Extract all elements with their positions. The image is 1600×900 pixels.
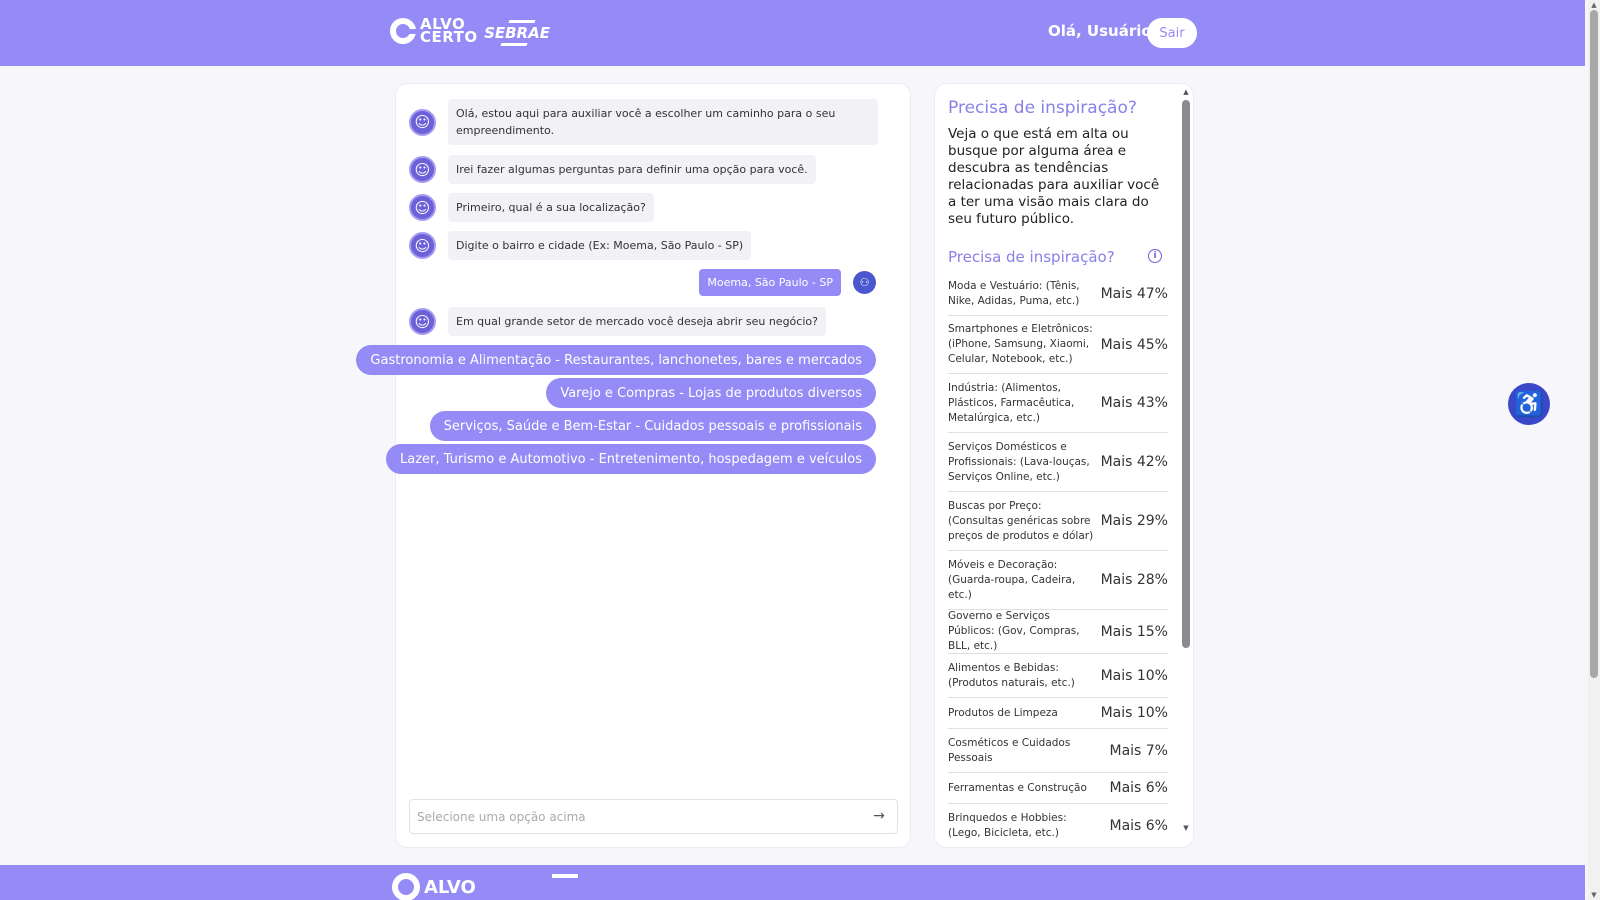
bot-message: ☺ Primeiro, qual é a sua localização? (409, 193, 654, 222)
info-icon[interactable]: i (1148, 249, 1162, 263)
bot-message-text: Irei fazer algumas perguntas para defini… (448, 155, 816, 184)
trend-label: Produtos de Limpeza (948, 706, 1058, 719)
logout-button[interactable]: Sair (1147, 18, 1197, 48)
trend-label: Moda e Vestuário: (Tênis, Nike, Adidas, … (948, 279, 1080, 307)
trend-row: Produtos de Limpeza Mais 10% (948, 698, 1168, 729)
chat-input[interactable] (417, 800, 857, 833)
scroll-down-icon[interactable]: ▼ (1182, 824, 1190, 832)
bot-avatar-smile-icon: ☺ (409, 308, 436, 335)
trend-row: Móveis e Decoração: (Guarda-roupa, Cadei… (948, 551, 1168, 610)
user-greeting: Olá, Usuário (1048, 22, 1152, 40)
bot-message-text: Digite o bairro e cidade (Ex: Moema, São… (448, 231, 752, 260)
user-message: Moema, São Paulo - SP ⚇ (699, 269, 876, 296)
inspiration-description: Veja o que está em alta ou busque por al… (948, 126, 1160, 227)
accessibility-button[interactable]: ♿ (1508, 383, 1550, 425)
bot-avatar-smile-icon: ☺ (409, 194, 436, 221)
page-scroll-up-icon[interactable]: ▲ (1590, 1, 1598, 9)
trend-row: Cosméticos e Cuidados Pessoais Mais 7% (948, 729, 1168, 773)
option-gastronomia-button[interactable]: Gastronomia e Alimentação - Restaurantes… (356, 345, 876, 375)
target-icon (390, 18, 418, 44)
option-lazer-button[interactable]: Lazer, Turismo e Automotivo - Entretenim… (386, 444, 876, 474)
bot-avatar-smile-icon: ☺ (409, 232, 436, 259)
trend-row: Ferramentas e Construção Mais 6% (948, 773, 1168, 804)
trend-row: Moda e Vestuário: (Tênis, Nike, Adidas, … (948, 272, 1168, 316)
trend-label: Móveis e Decoração: (Guarda-roupa, Cadei… (948, 558, 1076, 601)
trend-row: Buscas por Preço: (Consultas genéricas s… (948, 492, 1168, 551)
page-scroll-thumb[interactable] (1590, 10, 1598, 678)
trend-value: Mais 6% (1109, 780, 1168, 796)
inspiration-subtitle: Precisa de inspiração? (948, 248, 1115, 266)
alvo-certo-logo[interactable]: ALVO CERTO (390, 17, 478, 46)
chat-input-container: → (409, 799, 898, 834)
trend-value: Mais 10% (1100, 705, 1168, 721)
page-scroll-down-icon[interactable]: ▼ (1590, 891, 1598, 899)
option-varejo-button[interactable]: Varejo e Compras - Lojas de produtos div… (546, 378, 876, 408)
inspiration-scroll-thumb[interactable] (1182, 100, 1190, 648)
trend-label: Buscas por Preço: (Consultas genéricas s… (948, 499, 1094, 542)
trend-label: Smartphones e Eletrônicos: (iPhone, Sams… (948, 323, 1093, 365)
footer-logo-text: ALVO (424, 876, 476, 898)
accessibility-icon: ♿ (1514, 390, 1544, 418)
trend-row: Governo e Serviços Públicos: (Gov, Compr… (948, 610, 1168, 654)
option-servicos-button[interactable]: Serviços, Saúde e Bem-Estar - Cuidados p… (429, 411, 876, 441)
chat-panel: ☺ Olá, estou aqui para auxiliar você a e… (356, 83, 911, 848)
trend-value: Mais 43% (1100, 395, 1168, 411)
trend-value: Mais 15% (1100, 623, 1168, 640)
user-message-text: Moema, São Paulo - SP (699, 269, 841, 296)
inspiration-panel: Precisa de inspiração? Veja o que está e… (934, 83, 1194, 848)
scroll-up-icon[interactable]: ▲ (1182, 88, 1190, 96)
trend-list: Moda e Vestuário: (Tênis, Nike, Adidas, … (948, 272, 1168, 847)
trend-row: Smartphones e Eletrônicos: (iPhone, Sams… (948, 316, 1168, 374)
trend-label: Ferramentas e Construção (948, 781, 1087, 794)
footer-alvo-logo: ALVO (392, 873, 476, 900)
bot-message: ☺ Olá, estou aqui para auxiliar você a e… (409, 99, 878, 145)
trend-row: Serviços Domésticos e Profissionais: (La… (948, 433, 1168, 492)
trend-label: Governo e Serviços Públicos: (Gov, Compr… (948, 610, 1080, 652)
trend-label: Brinquedos e Hobbies: (Lego, Bicicleta, … (948, 812, 1067, 839)
arrow-right-icon[interactable]: → (871, 808, 887, 824)
page-scrollbar[interactable]: ▲ ▼ (1588, 0, 1600, 900)
bot-message: ☺ Digite o bairro e cidade (Ex: Moema, S… (409, 231, 752, 260)
bot-avatar-smile-icon: ☺ (409, 108, 436, 136)
inspiration-scrollbar[interactable]: ▲ ▼ (1182, 88, 1190, 832)
trend-value: Mais 42% (1100, 454, 1168, 470)
trend-label: Indústria: (Alimentos, Plásticos, Farmac… (948, 381, 1075, 424)
trend-value: Mais 10% (1100, 667, 1168, 684)
footer-sebrae-mark (552, 874, 578, 878)
bot-message: ☺ Irei fazer algumas perguntas para defi… (409, 155, 816, 184)
trend-value: Mais 47% (1100, 285, 1168, 302)
trend-row: Alimentos e Bebidas: (Produtos naturais,… (948, 654, 1168, 698)
logo-line-2: CERTO (420, 28, 478, 46)
header: ALVO CERTO SEBRAE Olá, Usuário Sair (0, 0, 1585, 66)
sebrae-logo-text: SEBRAE (484, 24, 550, 42)
footer: ALVO (0, 865, 1585, 900)
trend-value: Mais 28% (1100, 572, 1168, 588)
inspiration-title: Precisa de inspiração? (948, 98, 1137, 118)
user-avatar-icon: ⚇ (853, 271, 876, 294)
footer-target-icon (392, 873, 420, 900)
bot-message-text: Em qual grande setor de mercado você des… (448, 307, 826, 336)
trend-value: Mais 29% (1100, 513, 1168, 529)
trend-row: Brinquedos e Hobbies: (Lego, Bicicleta, … (948, 804, 1168, 847)
sebrae-logo: SEBRAE (484, 20, 550, 46)
trend-value: Mais 6% (1109, 818, 1168, 834)
bot-message: ☺ Em qual grande setor de mercado você d… (409, 307, 826, 336)
trend-label: Serviços Domésticos e Profissionais: (La… (948, 440, 1090, 483)
trend-value: Mais 7% (1109, 742, 1168, 759)
trend-row: Indústria: (Alimentos, Plásticos, Farmac… (948, 374, 1168, 433)
bot-message-text: Primeiro, qual é a sua localização? (448, 193, 654, 222)
trend-value: Mais 45% (1100, 336, 1168, 353)
bot-avatar-smile-icon: ☺ (409, 156, 436, 183)
trend-label: Cosméticos e Cuidados Pessoais (948, 736, 1071, 764)
trend-label: Alimentos e Bebidas: (Produtos naturais,… (948, 661, 1075, 689)
bot-message-text: Olá, estou aqui para auxiliar você a esc… (448, 99, 878, 145)
